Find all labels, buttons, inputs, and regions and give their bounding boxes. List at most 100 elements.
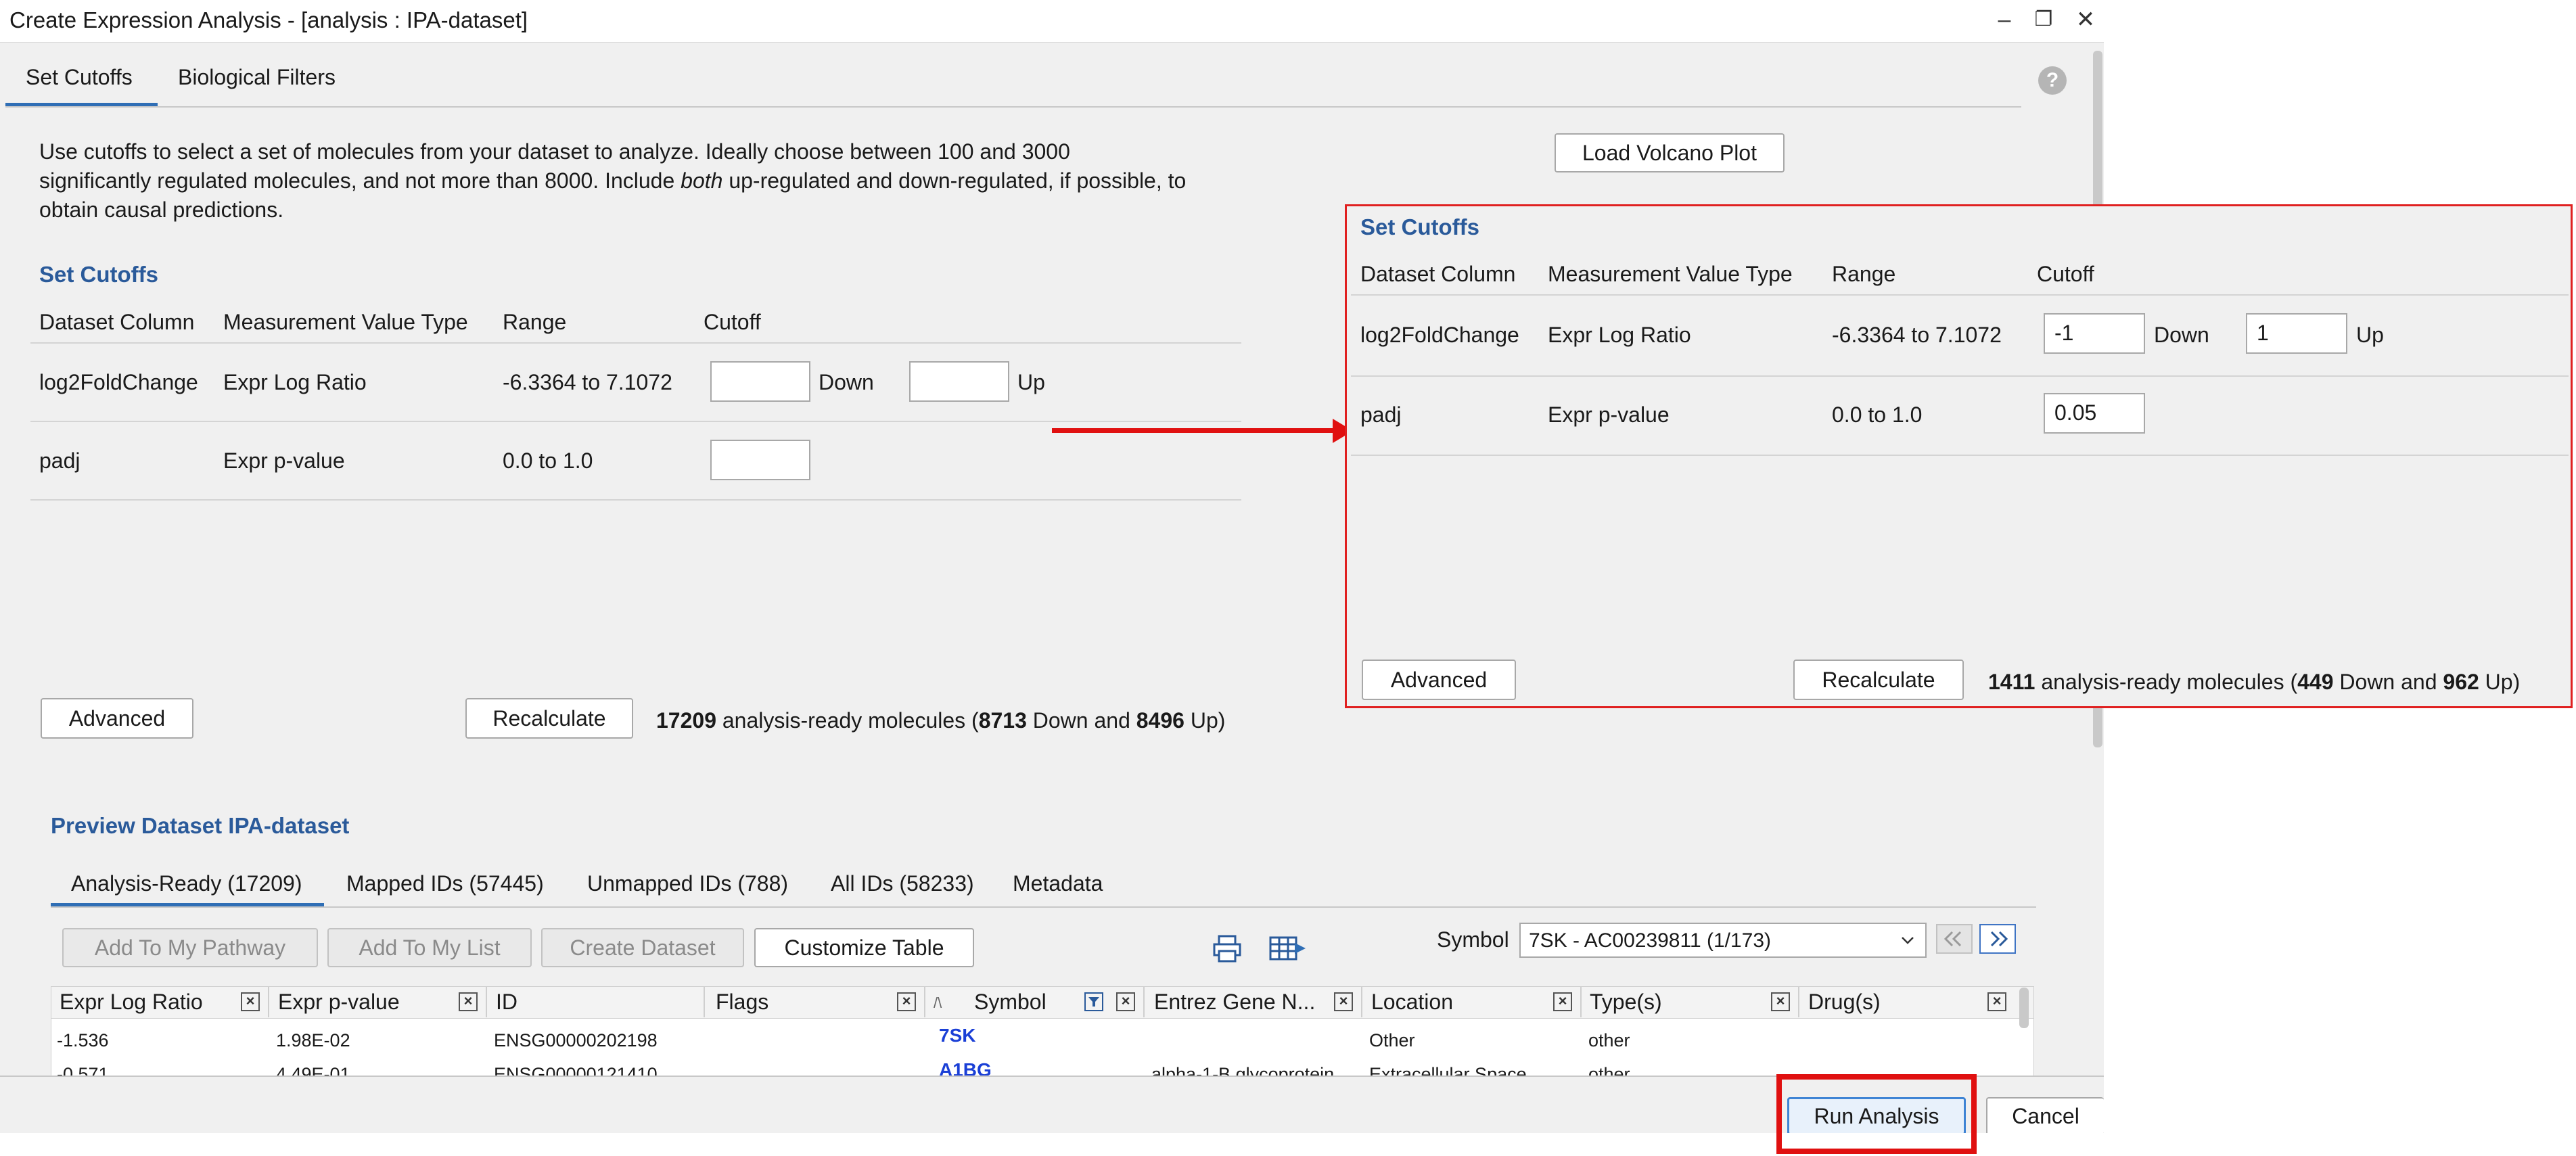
recalculate-button[interactable]: Recalculate	[1793, 660, 1964, 700]
column-header-id[interactable]: ID	[496, 986, 518, 1017]
cell-location: Other	[1369, 1030, 1415, 1050]
next-page-icon[interactable]	[1979, 924, 2016, 954]
up-cutoff-input[interactable]	[909, 361, 1009, 402]
pvalue-cutoff-input[interactable]: 0.05	[2044, 393, 2145, 434]
close-icon[interactable]: ×	[1987, 992, 2006, 1011]
column-header-drugs[interactable]: Drug(s)	[1808, 986, 1881, 1017]
callout-heading: Set Cutoffs	[1360, 214, 1479, 239]
column-header-dataset-column: Dataset Column	[1360, 262, 1516, 286]
row-dataset-column: log2FoldChange	[39, 370, 198, 394]
add-to-my-list-button[interactable]: Add To My List	[327, 928, 532, 967]
row-measurement-type: Expr p-value	[1548, 402, 1670, 427]
summary-text: analysis-ready molecules (	[716, 708, 979, 733]
close-icon[interactable]: ×	[241, 992, 260, 1011]
close-icon[interactable]: ×	[1553, 992, 1572, 1011]
column-header-dataset-column: Dataset Column	[39, 310, 195, 334]
pvalue-cutoff-input[interactable]	[710, 440, 810, 480]
column-separator[interactable]	[1798, 986, 1799, 1017]
export-table-icon[interactable]	[1269, 935, 1307, 963]
column-separator[interactable]	[924, 986, 925, 1017]
tab-analysis-ready[interactable]: Analysis-Ready (17209)	[71, 871, 302, 896]
previous-page-icon[interactable]	[1936, 924, 1973, 954]
customize-table-button[interactable]: Customize Table	[754, 928, 974, 967]
close-icon[interactable]: ×	[1116, 992, 1135, 1011]
cancel-button[interactable]: Cancel	[1986, 1097, 2104, 1133]
column-header-flags[interactable]: Flags	[716, 986, 768, 1017]
tab-all-ids[interactable]: All IDs (58233)	[831, 871, 974, 896]
close-icon[interactable]: ✕	[2070, 4, 2101, 35]
sort-ascending-icon[interactable]: /\	[934, 994, 942, 1012]
summary-count: 1411	[1988, 670, 2036, 694]
column-header-measurement-type: Measurement Value Type	[223, 310, 468, 334]
tab-unmapped-ids[interactable]: Unmapped IDs (788)	[587, 871, 788, 896]
column-separator[interactable]	[1361, 986, 1362, 1017]
recalculate-button[interactable]: Recalculate	[465, 698, 633, 739]
cell-types: other	[1588, 1030, 1630, 1050]
cutoffs-callout: Set Cutoffs Dataset Column Measurement V…	[1345, 204, 2573, 708]
row-measurement-type: Expr Log Ratio	[1548, 323, 1691, 347]
row-divider	[1351, 455, 2569, 456]
print-icon[interactable]	[1212, 935, 1242, 963]
row-range: -6.3364 to 7.1072	[1832, 323, 2002, 347]
column-header-types[interactable]: Type(s)	[1590, 986, 1662, 1017]
row-dataset-column: log2FoldChange	[1360, 323, 1519, 347]
summary-text: analysis-ready molecules (	[2035, 670, 2298, 694]
close-icon[interactable]: ×	[1771, 992, 1790, 1011]
column-separator[interactable]	[704, 986, 705, 1017]
column-separator[interactable]	[1143, 986, 1145, 1017]
column-header-expr-p-value[interactable]: Expr p-value	[278, 986, 400, 1017]
down-cutoff-input[interactable]: -1	[2044, 313, 2145, 354]
row-range: 0.0 to 1.0	[1832, 402, 1923, 427]
advanced-button[interactable]: Advanced	[1362, 660, 1516, 700]
column-separator[interactable]	[486, 986, 487, 1017]
symbol-select[interactable]: 7SK - AC00239811 (1/173)	[1519, 923, 1927, 958]
chevron-down-icon	[1901, 933, 1914, 947]
cell-symbol-link[interactable]: 7SK	[939, 1025, 975, 1046]
row-divider	[30, 342, 1241, 344]
intro-emphasis: both	[681, 168, 723, 193]
column-header-entrez-gene-name[interactable]: Entrez Gene N...	[1154, 986, 1315, 1017]
annotation-arrow	[1052, 428, 1336, 433]
tab-biological-filters[interactable]: Biological Filters	[178, 65, 336, 90]
add-to-my-pathway-button[interactable]: Add To My Pathway	[62, 928, 318, 967]
cell-expr-log-ratio: -1.536	[57, 1030, 109, 1050]
column-header-expr-log-ratio[interactable]: Expr Log Ratio	[60, 986, 203, 1017]
load-volcano-plot-button[interactable]: Load Volcano Plot	[1555, 133, 1785, 172]
column-header-location[interactable]: Location	[1371, 986, 1453, 1017]
tab-mapped-ids[interactable]: Mapped IDs (57445)	[346, 871, 544, 896]
close-icon[interactable]: ×	[897, 992, 916, 1011]
tab-divider	[5, 106, 2021, 108]
summary-text: Up)	[1184, 708, 1226, 733]
filter-icon[interactable]	[1084, 992, 1103, 1011]
advanced-button[interactable]: Advanced	[41, 698, 193, 739]
column-separator[interactable]	[1580, 986, 1582, 1017]
row-divider	[1351, 375, 2569, 377]
row-range: -6.3364 to 7.1072	[503, 370, 672, 394]
cell-expr-p-value: 1.98E-02	[276, 1030, 350, 1050]
column-separator[interactable]	[268, 986, 269, 1017]
restore-icon[interactable]: ❐	[2028, 4, 2059, 35]
tab-set-cutoffs[interactable]: Set Cutoffs	[26, 65, 133, 90]
minimize-icon[interactable]: –	[1989, 4, 2020, 35]
row-measurement-type: Expr p-value	[223, 448, 345, 473]
create-dataset-button[interactable]: Create Dataset	[541, 928, 744, 967]
summary-text: Down and	[1026, 708, 1136, 733]
close-icon[interactable]: ×	[1334, 992, 1353, 1011]
table-scrollbar[interactable]	[2019, 988, 2029, 1028]
intro-line-2a: significantly regulated molecules, and n…	[39, 168, 681, 193]
run-analysis-highlight	[1776, 1074, 1977, 1154]
tab-metadata[interactable]: Metadata	[1013, 871, 1103, 896]
up-label: Up	[2356, 323, 2384, 347]
symbol-select-value: 7SK - AC00239811 (1/173)	[1529, 929, 1772, 952]
title-bar: Create Expression Analysis - [analysis :…	[0, 0, 2104, 43]
help-icon[interactable]: ?	[2038, 66, 2067, 95]
down-cutoff-input[interactable]	[710, 361, 810, 402]
close-icon[interactable]: ×	[459, 992, 478, 1011]
up-cutoff-input[interactable]: 1	[2246, 313, 2347, 354]
row-divider	[30, 499, 1241, 501]
column-header-range: Range	[503, 310, 567, 334]
column-header-symbol[interactable]: Symbol	[974, 986, 1046, 1017]
intro-line-2c: up-regulated and down-regulated, if poss…	[722, 168, 1187, 193]
summary-count: 17209	[656, 708, 716, 733]
row-divider	[30, 421, 1241, 422]
